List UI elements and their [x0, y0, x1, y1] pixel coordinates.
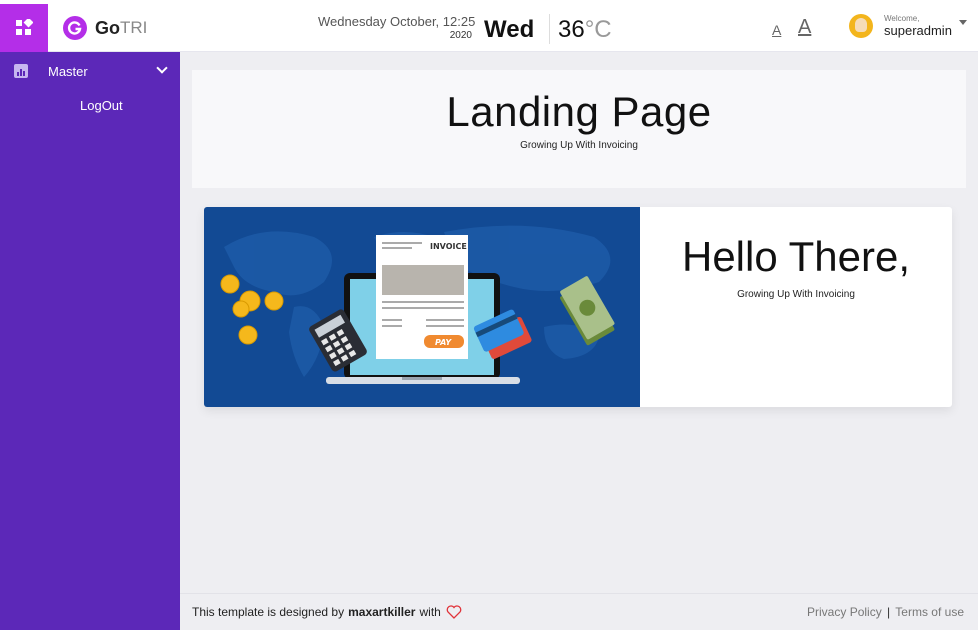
footer-links: Privacy Policy | Terms of use — [807, 605, 964, 619]
grid-menu-icon — [16, 19, 33, 35]
chevron-down-icon — [156, 62, 168, 74]
page-subtitle: Growing Up With Invoicing — [520, 140, 638, 151]
welcome-card: INVOICE PAY Hello There, Growing Up With… — [204, 207, 952, 407]
temperature-unit: °C — [584, 16, 612, 43]
user-menu[interactable]: Welcome, superadmin — [849, 14, 967, 38]
sidebar-item-master[interactable]: Master — [14, 62, 170, 80]
divider — [549, 14, 550, 44]
welcome-label: Welcome, — [884, 14, 920, 23]
temperature-value: 36 — [558, 16, 585, 43]
sidebar-item-logout[interactable]: LogOut — [80, 98, 123, 113]
footer-prefix: This template is designed by — [192, 605, 345, 619]
invoice-illustration: INVOICE PAY — [204, 207, 640, 407]
terms-of-use-link[interactable]: Terms of use — [895, 605, 964, 619]
brand-suffix: TRI — [120, 18, 148, 37]
page-title: Landing Page — [446, 88, 712, 135]
user-text: Welcome, superadmin — [884, 14, 952, 38]
footer-author: maxartkiller — [348, 605, 416, 619]
brand-logo-icon — [63, 16, 87, 40]
pay-label: PAY — [435, 338, 452, 347]
font-size-increase-button[interactable]: A — [798, 16, 811, 39]
sidebar: Master LogOut — [0, 52, 180, 630]
card-title: Hello There, — [681, 233, 910, 280]
footer: This template is designed by maxartkille… — [180, 593, 978, 630]
card-text: Hello There, Growing Up With Invoicing — [640, 207, 952, 407]
card-subtitle: Growing Up With Invoicing — [737, 289, 855, 300]
brand-name: Go — [95, 17, 120, 38]
menu-toggle-button[interactable] — [0, 4, 48, 52]
top-bar: Go TRI Wednesday October, 12:25 2020 Wed… — [0, 4, 978, 52]
chart-icon — [14, 64, 28, 78]
sidebar-item-label: Master — [48, 63, 88, 79]
username-label: superadmin — [884, 23, 952, 38]
avatar — [849, 14, 873, 38]
privacy-policy-link[interactable]: Privacy Policy — [807, 605, 882, 619]
caret-down-icon — [958, 19, 967, 25]
main-content: Landing Page Growing Up With Invoicing I… — [180, 52, 978, 630]
footer-separator: | — [887, 605, 891, 619]
date-text: Wednesday October, 12:25 — [318, 14, 476, 29]
font-size-decrease-button[interactable]: A — [772, 22, 781, 38]
brand[interactable]: Go TRI — [63, 16, 147, 40]
invoice-label: INVOICE — [430, 242, 467, 251]
footer-suffix: with — [419, 605, 441, 619]
temperature: 36°C — [558, 16, 612, 44]
year-text: 2020 — [449, 30, 472, 41]
day-text: Wed — [484, 16, 535, 43]
footer-credit: This template is designed by maxartkille… — [192, 605, 462, 619]
date-display: Wednesday October, 12:25 2020 — [318, 14, 476, 41]
heart-icon — [446, 605, 462, 619]
hero-section: Landing Page Growing Up With Invoicing — [192, 70, 966, 188]
